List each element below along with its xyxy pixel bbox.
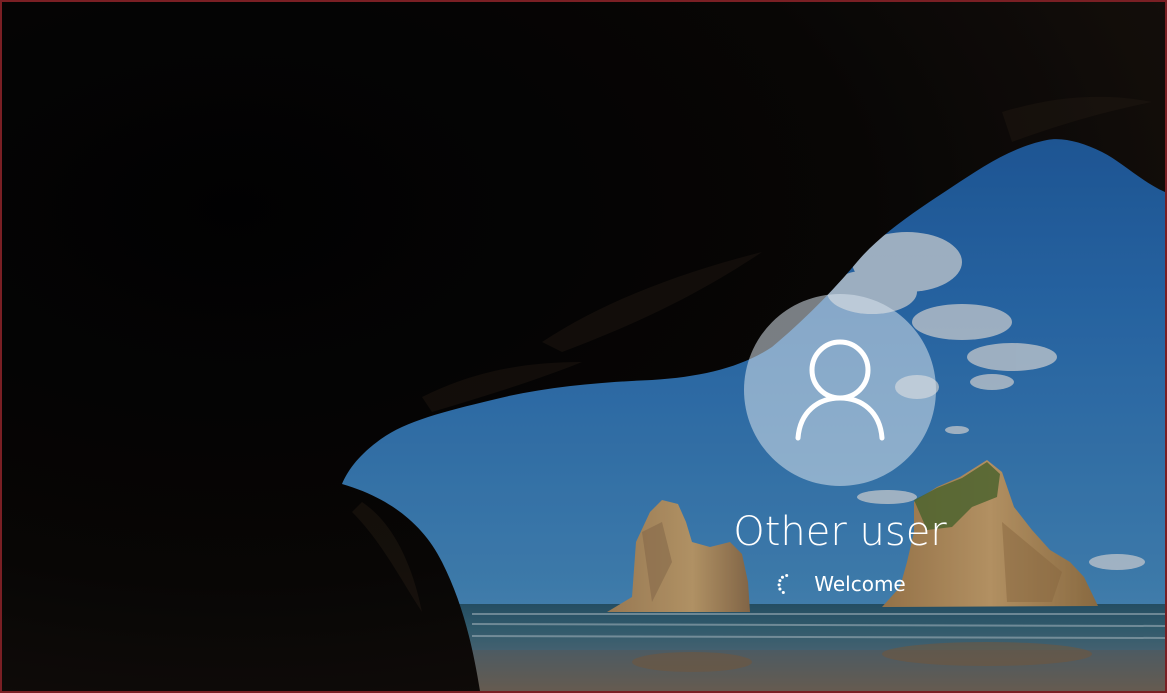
login-panel: Other user Welcome: [692, 294, 988, 596]
status-text: Welcome: [814, 572, 906, 596]
user-avatar: [744, 294, 936, 486]
lock-screen: Other user Welcome: [0, 0, 1167, 693]
lock-screen-background: [2, 2, 1165, 691]
user-silhouette-icon: [795, 339, 885, 441]
user-name: Other user: [733, 509, 947, 555]
loading-dots-icon: [777, 574, 789, 594]
sign-in-status: Welcome: [692, 572, 988, 596]
